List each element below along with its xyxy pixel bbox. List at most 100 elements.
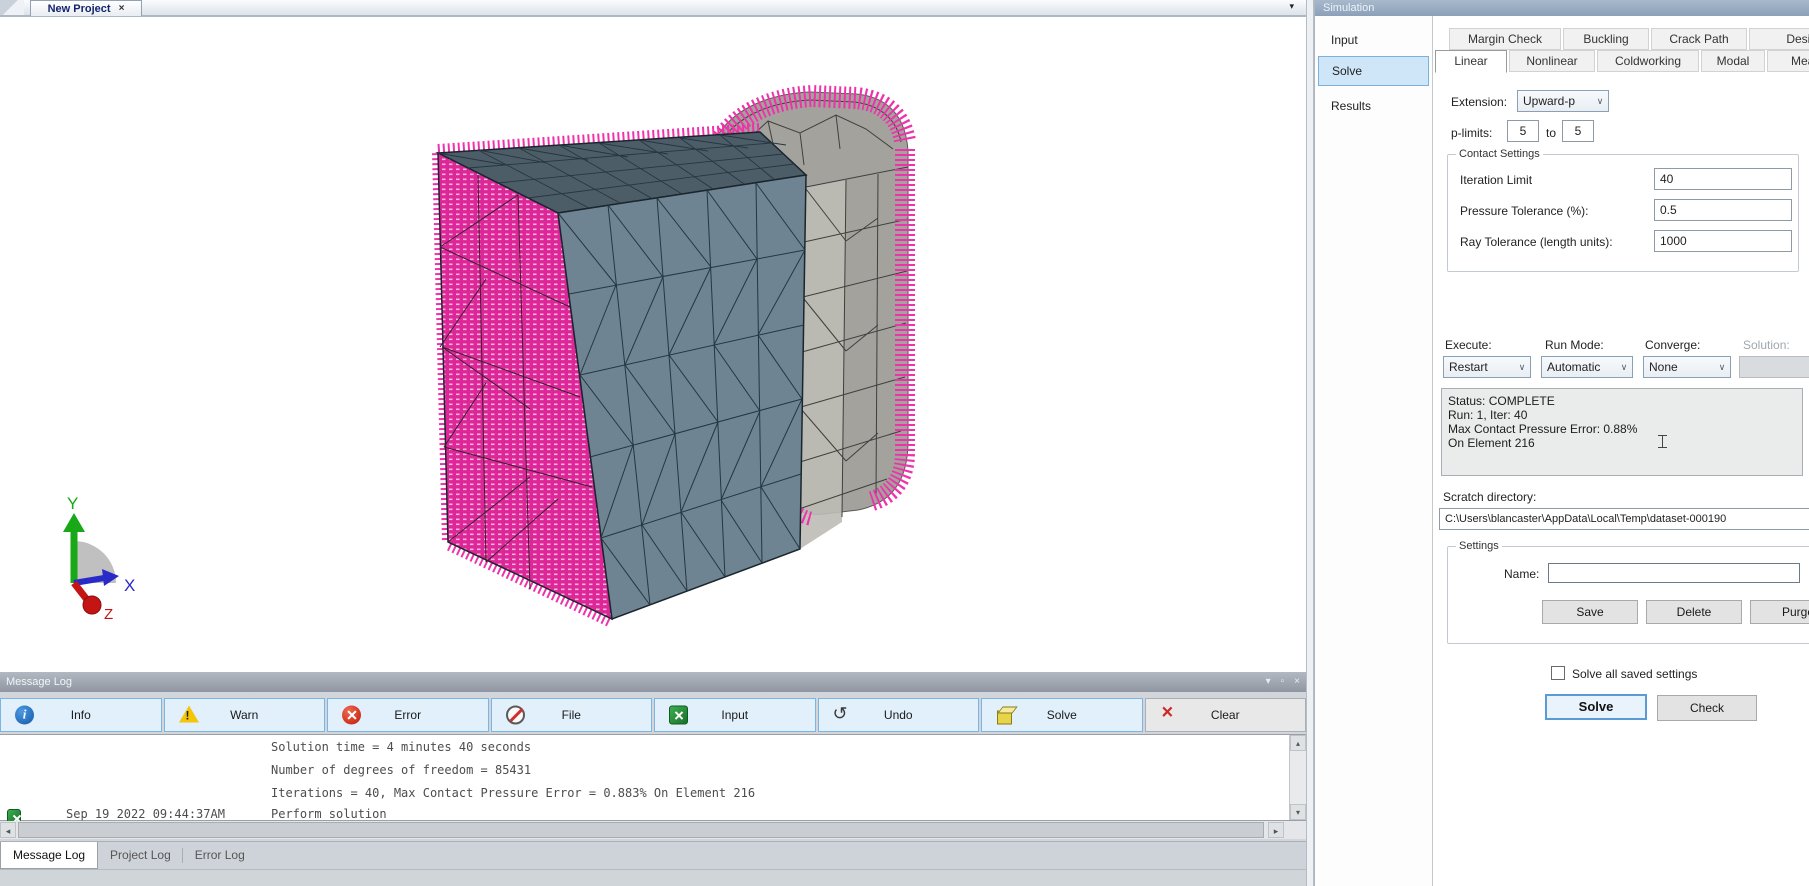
log-toolbar: Info Warn Error File Input Undo — [0, 698, 1306, 732]
tab-list-dropdown-icon[interactable]: ▾ — [1289, 1, 1294, 12]
analysis-tab-row-2: Linear Nonlinear Coldworking Modal Measu — [1435, 50, 1809, 73]
log-output-area[interactable]: Solution time = 4 minutes 40 seconds Num… — [0, 734, 1306, 821]
run-mode-select[interactable]: Automatic ∨ — [1541, 356, 1633, 378]
log-entry-message: Solution time = 4 minutes 40 seconds — [271, 740, 531, 754]
message-log-panel: Message Log ▾ ▫ × Info Warn Error — [0, 672, 1306, 886]
solve-button[interactable]: Solve — [1545, 694, 1647, 720]
execute-select[interactable]: Restart ∨ — [1443, 356, 1531, 378]
tab-coldworking[interactable]: Coldworking — [1597, 50, 1699, 72]
tab-margin-check[interactable]: Margin Check — [1449, 28, 1561, 50]
status-line: Run: 1, Iter: 40 — [1448, 408, 1796, 422]
ray-tolerance-field[interactable]: 1000 — [1654, 230, 1792, 252]
analysis-tab-row-1: Margin Check Buckling Crack Path Design — [1449, 28, 1809, 50]
solve-all-label: Solve all saved settings — [1572, 667, 1697, 681]
panel-dropdown-icon[interactable]: ▾ — [1266, 672, 1271, 692]
log-entry: Solution time = 4 minutes 40 seconds — [0, 740, 1286, 760]
scroll-down-icon[interactable]: ▾ — [1290, 804, 1306, 820]
log-warn-button[interactable]: Warn — [164, 698, 326, 732]
panel-pin-icon[interactable]: ▫ — [1281, 672, 1285, 692]
log-solve-button[interactable]: Solve — [981, 698, 1143, 732]
log-entry: Iterations = 40, Max Contact Pressure Er… — [0, 786, 1286, 806]
log-input-button[interactable]: Input — [654, 698, 816, 732]
iteration-limit-field[interactable]: 40 — [1654, 168, 1792, 190]
p-limit-to-field[interactable]: 5 — [1562, 120, 1594, 142]
contact-body-1 — [438, 130, 806, 621]
solve-cube-icon — [996, 707, 1015, 726]
pressure-tolerance-label: Pressure Tolerance (%): — [1460, 204, 1589, 218]
log-undo-button[interactable]: Undo — [818, 698, 980, 732]
scroll-right-icon[interactable]: ▸ — [1268, 822, 1284, 838]
scrollbar-thumb[interactable] — [18, 822, 1264, 838]
settings-name-input[interactable] — [1548, 563, 1800, 583]
tab-measure[interactable]: Measu — [1767, 50, 1809, 72]
status-line: Status: COMPLETE — [1448, 394, 1796, 408]
tab-modal[interactable]: Modal — [1701, 50, 1765, 72]
error-icon — [342, 706, 361, 725]
status-line: On Element 216 — [1448, 436, 1796, 450]
extension-value: Upward-p — [1518, 94, 1592, 108]
scratch-directory-field[interactable]: C:\Users\blancaster\AppData\Local\Temp\d… — [1439, 508, 1809, 530]
warning-icon — [179, 706, 199, 723]
log-input-label: Input — [721, 708, 748, 722]
chevron-down-icon: ∨ — [1616, 362, 1632, 373]
solution-label: Solution: — [1743, 338, 1790, 352]
save-button[interactable]: Save — [1542, 600, 1638, 624]
app-window: New Project × ▾ — [0, 0, 1809, 886]
log-horizontal-scrollbar[interactable]: ◂ ▸ — [0, 821, 1306, 839]
status-strip — [0, 869, 1306, 886]
clear-icon — [1160, 706, 1179, 725]
log-file-button[interactable]: File — [491, 698, 653, 732]
chevron-down-icon: ∨ — [1514, 362, 1530, 373]
solve-pane: Margin Check Buckling Crack Path Design … — [1433, 16, 1809, 886]
message-log-title: Message Log — [6, 676, 72, 688]
converge-label: Converge: — [1645, 338, 1700, 352]
pressure-tolerance-field[interactable]: 0.5 — [1654, 199, 1792, 221]
status-line: Max Contact Pressure Error: 0.88% — [1448, 422, 1796, 436]
nav-item-results[interactable]: Results — [1318, 92, 1429, 120]
info-icon — [15, 706, 34, 725]
delete-button[interactable]: Delete — [1646, 600, 1742, 624]
converge-select[interactable]: None ∨ — [1643, 356, 1731, 378]
log-info-button[interactable]: Info — [0, 698, 162, 732]
log-error-button[interactable]: Error — [327, 698, 489, 732]
solver-status-box: Status: COMPLETE Run: 1, Iter: 40 Max Co… — [1441, 388, 1803, 476]
mesh-scene: Y X Z — [0, 17, 1306, 672]
converge-value: None — [1644, 360, 1714, 374]
nav-item-solve[interactable]: Solve — [1318, 56, 1429, 86]
scroll-left-icon[interactable]: ◂ — [0, 822, 16, 838]
file-filter-icon — [506, 706, 525, 725]
purge-button[interactable]: Purge — [1750, 600, 1809, 624]
axis-label-z: Z — [104, 606, 113, 623]
scroll-up-icon[interactable]: ▴ — [1290, 735, 1306, 751]
nav-item-input[interactable]: Input — [1318, 26, 1429, 54]
settings-legend: Settings — [1456, 540, 1502, 552]
log-vertical-scrollbar[interactable]: ▴ ▾ — [1289, 735, 1306, 820]
p-limits-to-label: to — [1546, 126, 1556, 140]
document-tab-label: New Project — [48, 3, 111, 15]
tab-error-log[interactable]: Error Log — [183, 842, 257, 869]
p-limit-from-field[interactable]: 5 — [1507, 120, 1539, 142]
check-button[interactable]: Check — [1657, 695, 1757, 721]
axis-label-y: Y — [67, 494, 78, 513]
tab-buckling[interactable]: Buckling — [1563, 28, 1649, 50]
document-tab-new-project[interactable]: New Project × — [30, 0, 142, 16]
tab-crack-path[interactable]: Crack Path — [1651, 28, 1747, 50]
model-viewport[interactable]: Y X Z — [0, 17, 1306, 672]
tab-design[interactable]: Design — [1749, 28, 1809, 50]
panel-splitter[interactable] — [1306, 0, 1314, 886]
chevron-down-icon: ∨ — [1592, 96, 1608, 107]
contact-settings-group: Contact Settings Iteration Limit 40 Pres… — [1447, 148, 1799, 272]
log-warn-label: Warn — [230, 708, 258, 722]
tab-message-log[interactable]: Message Log — [0, 842, 98, 869]
tab-project-log[interactable]: Project Log — [98, 842, 183, 869]
tab-linear[interactable]: Linear — [1435, 50, 1507, 73]
settings-name-label: Name: — [1504, 567, 1539, 581]
axis-label-x: X — [124, 576, 135, 595]
tab-nonlinear[interactable]: Nonlinear — [1509, 50, 1595, 72]
log-clear-button[interactable]: Clear — [1145, 698, 1307, 732]
panel-close-icon[interactable]: × — [1294, 672, 1300, 692]
solve-all-checkbox[interactable] — [1551, 666, 1565, 680]
tab-close-icon[interactable]: × — [119, 3, 125, 14]
extension-select[interactable]: Upward-p ∨ — [1517, 90, 1609, 112]
scratch-directory-label: Scratch directory: — [1443, 490, 1536, 504]
